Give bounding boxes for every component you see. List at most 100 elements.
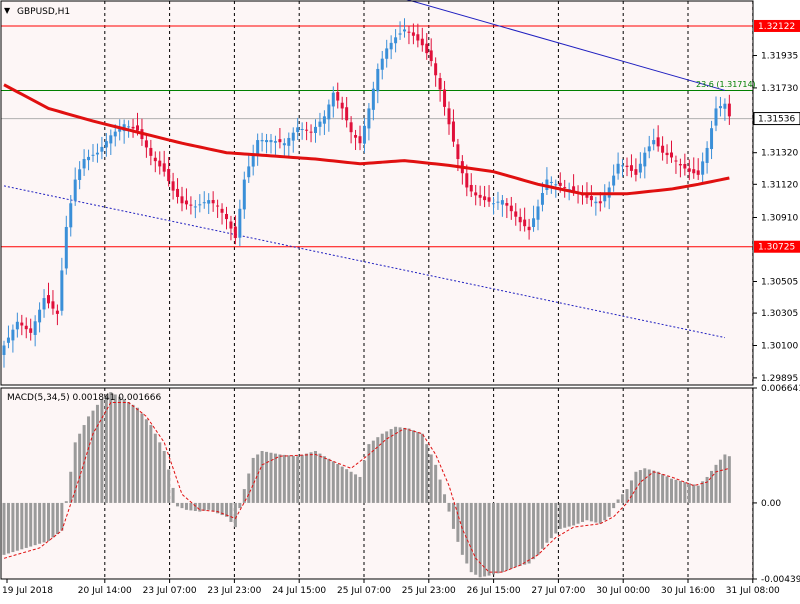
- macd-histogram-bar: [345, 469, 349, 503]
- candle-body: [447, 108, 451, 125]
- macd-histogram-bar: [487, 502, 491, 576]
- x-tick-label: 19 Jul 2018: [2, 586, 53, 596]
- candle-body: [180, 196, 184, 204]
- candle-body: [692, 169, 696, 174]
- macd-histogram-bar: [136, 407, 139, 503]
- price-chart[interactable]: 1.32122 1.31536 1.30725 19 Jul 2018 20 Jul …: [0, 0, 800, 600]
- macd-histogram-bar: [585, 502, 589, 521]
- macd-histogram-bar: [167, 469, 171, 503]
- macd-histogram-bar: [594, 502, 598, 523]
- macd-histogram-bar: [549, 502, 553, 539]
- macd-histogram-bar: [251, 457, 255, 503]
- candle-body: [718, 106, 722, 109]
- macd-histogram-bar: [238, 502, 242, 509]
- macd-histogram-bar: [496, 502, 500, 574]
- macd-histogram-bar: [643, 468, 647, 503]
- macd-histogram-bar: [176, 502, 180, 507]
- candle-body: [322, 116, 326, 124]
- macd-histogram-bar: [554, 502, 558, 534]
- macd-histogram-bar: [576, 502, 580, 524]
- candle-body: [256, 140, 260, 155]
- macd-histogram-bar: [305, 453, 309, 503]
- candle-body: [696, 170, 700, 175]
- macd-histogram-bar: [354, 474, 358, 503]
- x-tick-label: 25 Jul 23:00: [402, 586, 456, 596]
- macd-histogram-bar: [113, 394, 117, 503]
- candle-body: [705, 147, 709, 163]
- candle-body: [625, 165, 629, 167]
- macd-histogram-bar: [233, 502, 237, 528]
- macd-histogram-bar: [536, 502, 540, 555]
- price-level-tag-text: 1.31536: [758, 115, 795, 125]
- candle-body: [331, 92, 335, 107]
- macd-histogram-bar: [291, 455, 295, 503]
- macd-histogram-bar: [545, 502, 549, 543]
- candle-body: [367, 108, 371, 129]
- macd-histogram-bar: [714, 464, 718, 503]
- macd-histogram-bar: [51, 502, 55, 538]
- candle-body: [558, 182, 562, 186]
- macd-histogram-bar: [687, 483, 691, 503]
- macd-histogram-bar: [340, 466, 344, 503]
- macd-histogram-bar: [443, 494, 447, 503]
- candle-body: [683, 164, 687, 169]
- candle-body: [260, 140, 264, 142]
- candle-body: [518, 216, 522, 223]
- macd-histogram-bar: [527, 502, 531, 564]
- macd-histogram-bar: [322, 456, 326, 503]
- macd-histogram-bar: [193, 502, 197, 512]
- macd-histogram-bar: [336, 463, 340, 503]
- candle-body: [131, 126, 135, 129]
- macd-label: MACD(5,34,5) 0.001841 0.001666: [7, 393, 162, 403]
- macd-tick-label: 0.006641: [761, 384, 800, 394]
- macd-histogram-bar: [38, 502, 42, 544]
- macd-histogram-bar: [456, 502, 460, 542]
- macd-histogram-bar: [287, 455, 291, 503]
- x-tick-label: 26 Jul 15:00: [467, 586, 521, 596]
- macd-histogram-bar: [273, 453, 277, 503]
- macd-histogram-bar: [144, 419, 148, 503]
- macd-histogram-bar: [131, 404, 135, 503]
- macd-histogram-bar: [674, 479, 678, 503]
- candle-body: [710, 128, 714, 150]
- macd-histogram-bar: [300, 454, 304, 503]
- macd-histogram-bar: [718, 459, 722, 503]
- macd-histogram-bar: [500, 502, 504, 573]
- x-tick-label: 31 Jul 08:00: [726, 586, 780, 596]
- symbol-label: GBPUSD,H1: [17, 7, 70, 17]
- candle-body: [158, 160, 162, 167]
- candle-body: [540, 193, 544, 205]
- candle-body: [509, 205, 513, 212]
- candle-body: [496, 201, 500, 203]
- macd-histogram-bar: [24, 502, 28, 548]
- price-tick-label: 1.31935: [761, 52, 798, 62]
- candle-body: [64, 226, 68, 269]
- macd-histogram-bar: [451, 502, 455, 529]
- candle-body: [73, 179, 77, 201]
- candle-body: [242, 179, 246, 210]
- macd-histogram-bar: [47, 502, 50, 541]
- candle-body: [656, 137, 660, 147]
- macd-histogram-bar: [478, 502, 482, 578]
- macd-histogram-bar: [33, 502, 37, 546]
- candle-body: [60, 270, 64, 311]
- candle-body: [104, 141, 108, 148]
- macd-histogram-bar: [127, 401, 131, 503]
- candle-body: [358, 136, 362, 144]
- macd-histogram-bar: [701, 481, 705, 503]
- candle-body: [549, 181, 553, 183]
- macd-histogram-bar: [42, 502, 46, 543]
- chart-canvas[interactable]: 1.32122 1.31536 1.30725 19 Jul 2018 20 Jul …: [0, 0, 800, 600]
- candle-body: [82, 159, 86, 169]
- fib-label: 23.6 (1.31714): [696, 80, 756, 89]
- macd-histogram-bar: [385, 431, 389, 503]
- candle-body: [314, 126, 317, 133]
- candle-body: [478, 194, 482, 198]
- symbol-dropdown-icon[interactable]: ▼: [4, 6, 11, 15]
- candle-body: [483, 196, 487, 201]
- macd-histogram-bar: [621, 494, 625, 503]
- candle-body: [443, 89, 447, 107]
- candle-body: [198, 204, 202, 206]
- candle-body: [336, 92, 340, 101]
- candle-body: [616, 163, 620, 174]
